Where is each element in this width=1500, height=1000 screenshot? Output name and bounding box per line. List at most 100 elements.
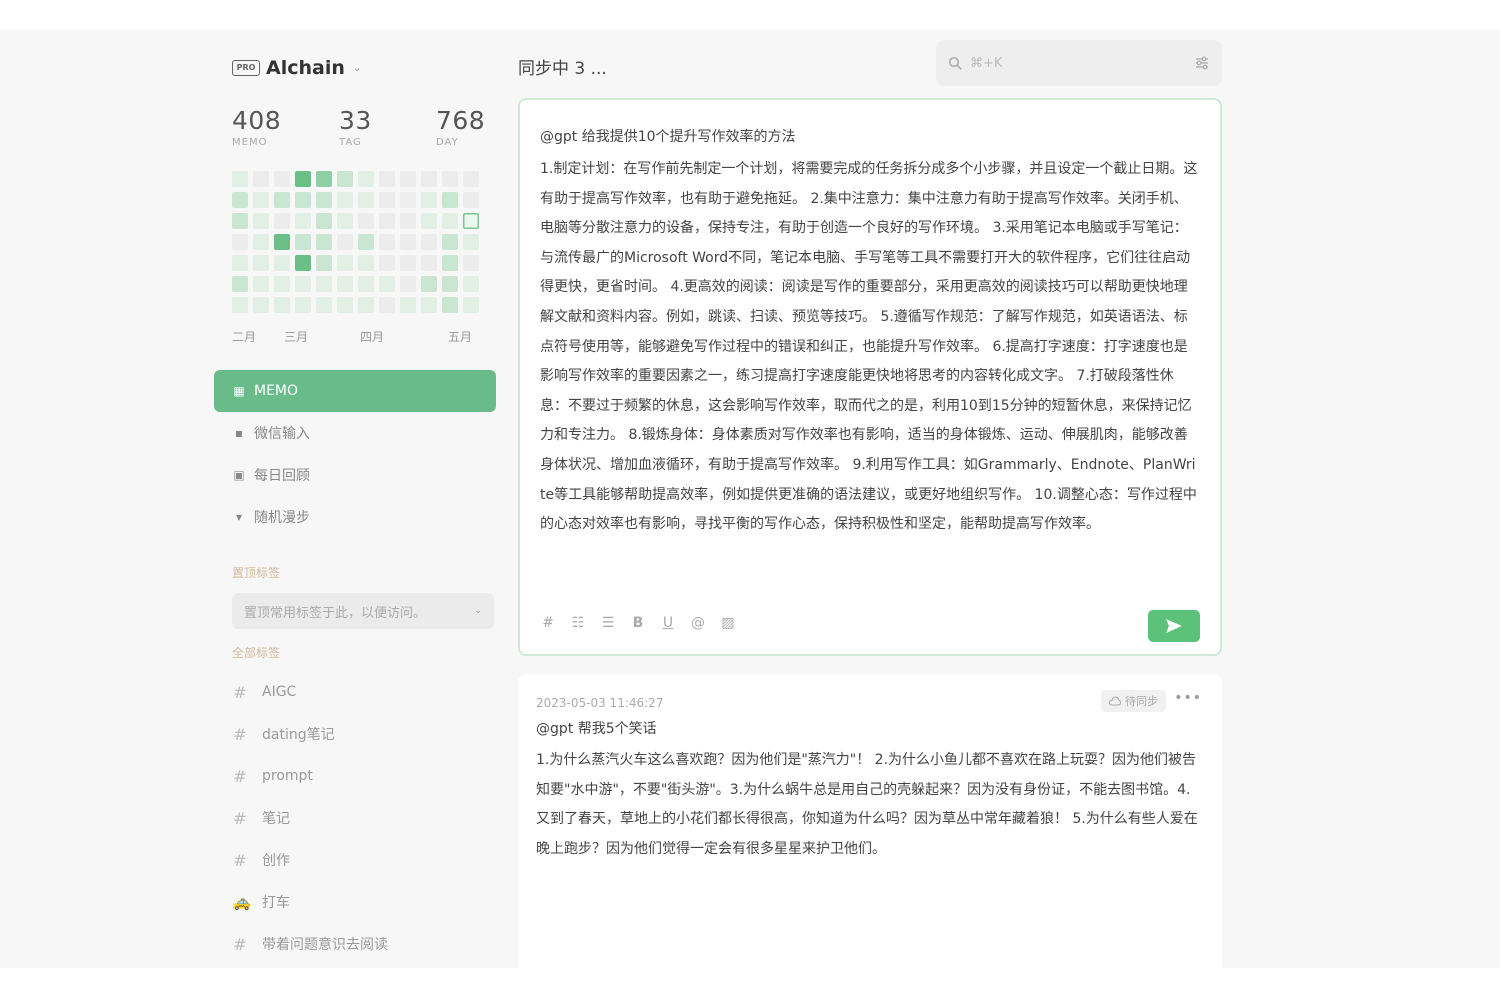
heatmap-cell[interactable] — [400, 171, 416, 187]
heatmap-cell[interactable] — [232, 192, 248, 208]
heatmap-cell[interactable] — [253, 297, 269, 313]
heatmap-cell[interactable] — [274, 171, 290, 187]
sidebar-item-daily-review[interactable]: ▣ 每日回顾 — [214, 454, 496, 496]
heatmap-cell[interactable] — [358, 213, 374, 229]
heatmap-cell[interactable] — [379, 234, 395, 250]
mention-icon[interactable]: @ — [690, 614, 706, 632]
heatmap-cell[interactable] — [232, 255, 248, 271]
heatmap-cell[interactable] — [232, 297, 248, 313]
heatmap-cell[interactable] — [253, 192, 269, 208]
filter-icon[interactable] — [1194, 55, 1210, 71]
heatmap-cell[interactable] — [316, 255, 332, 271]
heatmap-cell[interactable] — [337, 297, 353, 313]
heatmap-cell[interactable] — [421, 171, 437, 187]
heatmap-cell[interactable] — [274, 255, 290, 271]
heatmap-cell[interactable] — [442, 297, 458, 313]
tag-item-prompt[interactable]: # prompt — [232, 755, 494, 797]
more-icon[interactable]: ••• — [1174, 690, 1202, 706]
heatmap-cell[interactable] — [295, 297, 311, 313]
user-menu[interactable]: PRO Alchain ⌄ — [232, 56, 361, 80]
sidebar-item-wechat-input[interactable]: ▪ 微信输入 — [214, 412, 496, 454]
heatmap-cell[interactable] — [463, 171, 479, 187]
underline-icon[interactable]: U — [660, 614, 676, 632]
heatmap-cell[interactable] — [316, 297, 332, 313]
ordered-list-icon[interactable]: ☰ — [600, 614, 616, 632]
heatmap-cell[interactable] — [379, 297, 395, 313]
editor-content[interactable]: @gpt 给我提供10个提升写作效率的方法 1.制定计划：在写作前先制定一个计划… — [540, 126, 1200, 540]
tag-item-reading[interactable]: # 带着问题意识去阅读 — [232, 923, 494, 965]
heatmap-cell[interactable] — [400, 276, 416, 292]
heatmap-cell[interactable] — [379, 276, 395, 292]
heatmap-cell[interactable] — [274, 276, 290, 292]
heatmap-cell[interactable] — [232, 171, 248, 187]
heatmap-cell[interactable] — [421, 213, 437, 229]
heatmap-cell[interactable] — [316, 234, 332, 250]
tag-item-notes[interactable]: # 笔记 — [232, 797, 494, 839]
tag-item-taxi[interactable]: 🚕 打车 — [232, 881, 494, 923]
heatmap-cell[interactable] — [253, 276, 269, 292]
heatmap-cell[interactable] — [337, 276, 353, 292]
heatmap-cell[interactable] — [400, 297, 416, 313]
heatmap-cell[interactable] — [463, 255, 479, 271]
memo-editor[interactable]: @gpt 给我提供10个提升写作效率的方法 1.制定计划：在写作前先制定一个计划… — [518, 98, 1222, 656]
heatmap-cell[interactable] — [400, 234, 416, 250]
heatmap-cell[interactable] — [295, 171, 311, 187]
heatmap-cell[interactable] — [316, 192, 332, 208]
heatmap-cell[interactable] — [400, 255, 416, 271]
hashtag-icon[interactable]: # — [540, 614, 556, 632]
sidebar-item-memo[interactable]: ▦ MEMO — [214, 370, 496, 412]
heatmap-cell[interactable] — [253, 234, 269, 250]
heatmap-cell[interactable] — [337, 213, 353, 229]
heatmap-cell[interactable] — [442, 234, 458, 250]
heatmap-cell[interactable] — [316, 213, 332, 229]
send-button[interactable] — [1148, 610, 1200, 642]
heatmap-cell[interactable] — [463, 276, 479, 292]
heatmap-cell[interactable] — [358, 192, 374, 208]
heatmap-cell[interactable] — [379, 213, 395, 229]
heatmap-cell[interactable] — [442, 255, 458, 271]
heatmap-cell[interactable] — [400, 192, 416, 208]
heatmap-cell[interactable] — [358, 255, 374, 271]
heatmap-cell[interactable] — [463, 297, 479, 313]
heatmap-cell[interactable] — [253, 255, 269, 271]
heatmap-cell[interactable] — [295, 276, 311, 292]
heatmap-cell[interactable] — [463, 192, 479, 208]
image-icon[interactable]: ▨ — [720, 614, 736, 632]
pinned-tags-select[interactable]: 置顶常用标签于此，以便访问。 ⌄ — [232, 593, 494, 629]
heatmap-cell[interactable] — [337, 234, 353, 250]
heatmap-cell[interactable] — [232, 276, 248, 292]
tag-item-dating[interactable]: # dating笔记 — [232, 713, 494, 755]
heatmap-cell[interactable] — [400, 213, 416, 229]
heatmap-cell[interactable] — [337, 255, 353, 271]
heatmap-cell[interactable] — [463, 213, 479, 229]
heatmap-cell[interactable] — [316, 276, 332, 292]
heatmap-cell[interactable] — [421, 297, 437, 313]
heatmap-cell[interactable] — [316, 171, 332, 187]
heatmap-cell[interactable] — [295, 255, 311, 271]
heatmap-cell[interactable] — [421, 276, 437, 292]
heatmap-cell[interactable] — [442, 192, 458, 208]
heatmap-cell[interactable] — [421, 255, 437, 271]
sidebar-item-random-walk[interactable]: ▾ 随机漫步 — [214, 496, 496, 538]
heatmap-cell[interactable] — [253, 213, 269, 229]
heatmap-cell[interactable] — [379, 255, 395, 271]
search-input[interactable] — [970, 55, 1186, 71]
tag-item-create[interactable]: # 创作 — [232, 839, 494, 881]
heatmap-cell[interactable] — [295, 234, 311, 250]
heatmap-cell[interactable] — [274, 234, 290, 250]
heatmap-cell[interactable] — [463, 234, 479, 250]
heatmap-cell[interactable] — [358, 234, 374, 250]
heatmap-cell[interactable] — [295, 213, 311, 229]
heatmap-cell[interactable] — [442, 276, 458, 292]
heatmap-cell[interactable] — [232, 234, 248, 250]
heatmap-cell[interactable] — [379, 192, 395, 208]
bold-icon[interactable]: B — [630, 614, 646, 632]
heatmap-cell[interactable] — [337, 192, 353, 208]
heatmap-cell[interactable] — [232, 213, 248, 229]
search-bar[interactable] — [936, 40, 1222, 86]
heatmap-cell[interactable] — [295, 192, 311, 208]
heatmap-cell[interactable] — [421, 192, 437, 208]
tag-item-aigc[interactable]: # AIGC — [232, 671, 494, 713]
heatmap-cell[interactable] — [274, 213, 290, 229]
heatmap-cell[interactable] — [337, 171, 353, 187]
